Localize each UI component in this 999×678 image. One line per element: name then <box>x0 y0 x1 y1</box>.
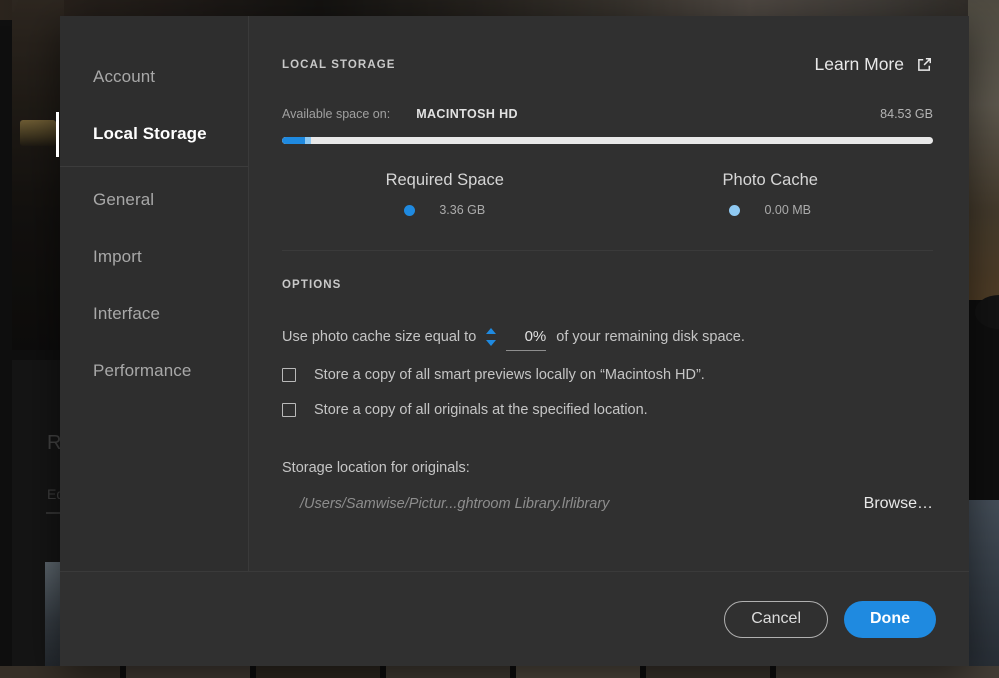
browse-button[interactable]: Browse… <box>864 495 933 513</box>
legend-color-dot <box>729 204 741 216</box>
available-space-row: Available space on: MACINTOSH HD 84.53 G… <box>282 107 933 121</box>
storage-usage-bar[interactable] <box>282 137 933 144</box>
sidebar-item-label: Local Storage <box>93 123 207 143</box>
checkbox-row-smart-previews[interactable]: Store a copy of all smart previews local… <box>282 367 933 383</box>
legend-value: 3.36 GB <box>439 203 486 217</box>
sidebar-item-interface[interactable]: Interface <box>60 285 248 342</box>
preferences-dialog: Account Local Storage General Import Int… <box>56 16 969 666</box>
sidebar-item-label: General <box>93 189 155 209</box>
legend-required-space: Required Space 3.36 GB <box>282 171 608 217</box>
done-button[interactable]: Done <box>844 600 936 638</box>
legend-photo-cache: Photo Cache 0.00 MB <box>608 171 934 217</box>
storage-location-path: /Users/Samwise/Pictur...ghtroom Library.… <box>300 496 610 512</box>
legend-title: Photo Cache <box>722 171 818 189</box>
checkbox-originals[interactable] <box>282 403 296 417</box>
stepper-up-down-icon[interactable] <box>484 326 498 348</box>
sidebar-item-label: Interface <box>93 303 161 323</box>
sidebar-item-import[interactable]: Import <box>60 228 248 285</box>
section-title-local-storage: LOCAL STORAGE <box>282 58 396 71</box>
legend-value-row: 0.00 MB <box>608 203 934 217</box>
preferences-sidebar: Account Local Storage General Import Int… <box>56 16 248 571</box>
checkbox-row-originals[interactable]: Store a copy of all originals at the spe… <box>282 402 933 418</box>
available-space-value: 84.53 GB <box>880 107 933 121</box>
learn-more-label: Learn More <box>814 54 905 74</box>
sidebar-item-performance[interactable]: Performance <box>60 342 248 399</box>
preferences-content: LOCAL STORAGE Learn More Available space… <box>248 16 969 571</box>
checkbox-smart-previews[interactable] <box>282 368 296 382</box>
legend-value-row: 3.36 GB <box>282 203 608 217</box>
options-section: OPTIONS Use photo cache size equal to 0%… <box>249 251 969 571</box>
storage-legend: Required Space 3.36 GB Photo Cache 0.00 … <box>282 171 933 217</box>
storage-location-row: /Users/Samwise/Pictur...ghtroom Library.… <box>282 495 933 513</box>
local-storage-section: LOCAL STORAGE Learn More Available space… <box>249 16 969 251</box>
photo-cache-percent-value: 0% <box>524 327 547 345</box>
photo-cache-size-row: Use photo cache size equal to 0% of your… <box>282 326 933 351</box>
storage-bar-cache-segment <box>305 137 311 144</box>
storage-location-label: Storage location for originals: <box>282 460 470 476</box>
storage-bar-required-segment <box>282 137 306 144</box>
sidebar-item-general[interactable]: General <box>60 171 248 228</box>
sidebar-item-local-storage[interactable]: Local Storage <box>56 105 248 162</box>
local-storage-header: LOCAL STORAGE Learn More <box>282 54 933 75</box>
sidebar-item-label: Account <box>93 66 156 86</box>
sidebar-item-label: Performance <box>93 360 192 380</box>
external-link-icon <box>916 56 933 73</box>
checkbox-label: Store a copy of all smart previews local… <box>314 367 705 383</box>
cache-size-suffix-label: of your remaining disk space. <box>556 329 745 345</box>
drive-name: MACINTOSH HD <box>416 107 518 121</box>
learn-more-link[interactable]: Learn More <box>815 54 934 75</box>
section-title-options: OPTIONS <box>282 279 342 291</box>
dialog-footer: Cancel Done <box>60 571 969 666</box>
legend-color-dot <box>404 204 416 216</box>
checkbox-label: Store a copy of all originals at the spe… <box>314 402 648 418</box>
sidebar-item-account[interactable]: Account <box>60 48 248 105</box>
legend-title: Required Space <box>385 171 504 189</box>
sidebar-divider <box>60 166 248 167</box>
dialog-body: Account Local Storage General Import Int… <box>56 16 969 571</box>
cache-size-prefix-label: Use photo cache size equal to <box>282 329 477 345</box>
photo-cache-percent-input[interactable]: 0% <box>504 327 548 351</box>
legend-value: 0.00 MB <box>764 203 812 217</box>
available-space-label: Available space on: <box>282 107 391 121</box>
cancel-button[interactable]: Cancel <box>724 600 828 638</box>
sidebar-item-label: Import <box>93 246 142 266</box>
